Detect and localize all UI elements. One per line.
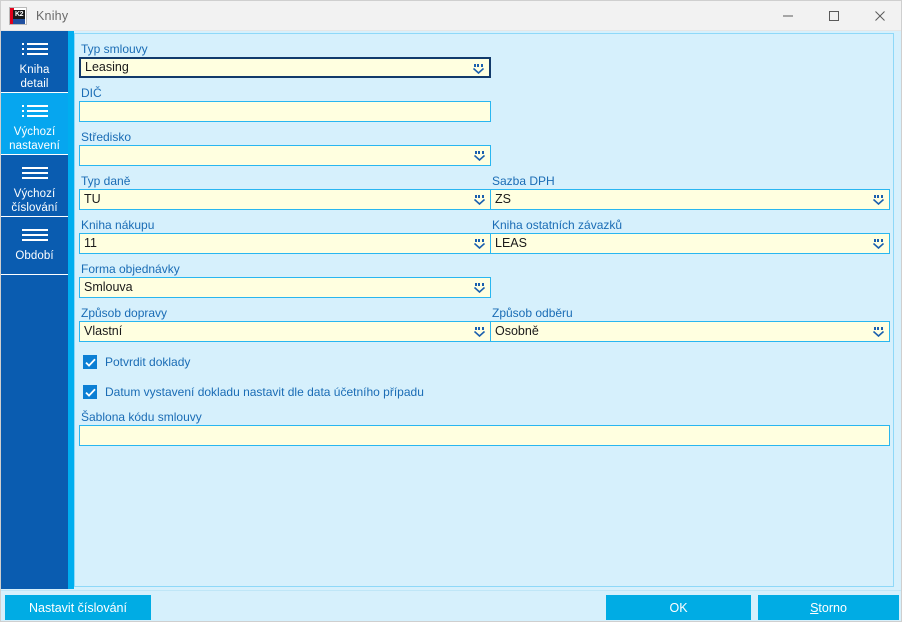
settings-panel: Typ smlouvy Leasing DIČ Středisko Typ da…: [74, 33, 894, 587]
typ-smlouvy-input[interactable]: Leasing: [79, 57, 491, 78]
field-sazba-dph: Sazba DPH ZS: [490, 174, 890, 210]
field-dic: DIČ: [79, 86, 491, 122]
kniha-nakupu-input[interactable]: 11: [79, 233, 491, 254]
menu-icon: [21, 226, 48, 244]
zpusob-dopravy-input[interactable]: Vlastní: [79, 321, 491, 342]
sablona-kodu-smlouvy-input[interactable]: [79, 425, 890, 446]
nastavit-cislovani-button[interactable]: Nastavit číslování: [5, 595, 151, 620]
list-icon: [21, 40, 48, 58]
checkmark-icon: [83, 385, 97, 399]
field-kniha-ostatnich-zavazku: Kniha ostatních závazků LEAS: [490, 218, 890, 254]
knihy-dialog-window: K2 Knihy Kniha detail Výchozí nastavení …: [0, 0, 902, 622]
list-icon: [21, 102, 48, 120]
minimize-icon[interactable]: [765, 1, 811, 31]
field-label: Kniha nákupu: [81, 218, 155, 232]
dropdown-icon[interactable]: [471, 192, 487, 208]
field-typ-dane: Typ daně TU: [79, 174, 491, 210]
checkbox-potvrdit-doklady[interactable]: Potvrdit doklady: [83, 355, 190, 369]
field-label: Středisko: [81, 130, 132, 144]
footer-bar: Nastavit číslování OK Storno: [1, 590, 901, 621]
kniha-ostatnich-zavazku-input[interactable]: LEAS: [490, 233, 890, 254]
dropdown-icon[interactable]: [470, 61, 486, 77]
field-value: TU: [84, 192, 101, 206]
field-label: Šablona kódu smlouvy: [81, 410, 202, 424]
k2-logo-icon: K2: [9, 6, 27, 25]
sidebar-item-vychozi-cislovani[interactable]: Výchozí číslování: [1, 155, 68, 217]
field-forma-objednavky: Forma objednávky Smlouva: [79, 262, 491, 298]
stredisko-input[interactable]: [79, 145, 491, 166]
field-label: Typ daně: [81, 174, 131, 188]
field-label: DIČ: [81, 86, 102, 100]
sidebar-item-label: Výchozí číslování: [11, 188, 58, 214]
field-kniha-nakupu: Kniha nákupu 11: [79, 218, 491, 254]
forma-objednavky-input[interactable]: Smlouva: [79, 277, 491, 298]
sidebar-items: Kniha detail Výchozí nastavení Výchozí č…: [1, 31, 68, 275]
field-label: Kniha ostatních závazků: [492, 218, 623, 232]
field-label: Typ smlouvy: [81, 42, 148, 56]
sidebar-item-label: Období: [15, 250, 54, 262]
field-stredisko: Středisko: [79, 130, 491, 166]
field-value: Smlouva: [84, 280, 133, 294]
dropdown-icon[interactable]: [870, 192, 886, 208]
sidebar-item-vychozi-nastaveni[interactable]: Výchozí nastavení: [1, 93, 68, 155]
ok-button[interactable]: OK: [606, 595, 751, 620]
dropdown-icon[interactable]: [870, 324, 886, 340]
field-zpusob-dopravy: Způsob dopravy Vlastní: [79, 306, 491, 342]
cancel-button[interactable]: Storno: [758, 595, 899, 620]
sidebar-item-label: Výchozí nastavení: [9, 126, 60, 152]
sidebar-item-kniha-detail[interactable]: Kniha detail: [1, 31, 68, 93]
dropdown-icon[interactable]: [471, 280, 487, 296]
dropdown-icon[interactable]: [471, 324, 487, 340]
typ-dane-input[interactable]: TU: [79, 189, 491, 210]
dropdown-icon[interactable]: [471, 148, 487, 164]
cancel-button-accel: S: [810, 600, 819, 615]
maximize-icon[interactable]: [811, 1, 857, 31]
dropdown-icon[interactable]: [471, 236, 487, 252]
field-label: Způsob odběru: [492, 306, 573, 320]
field-value: Osobně: [495, 324, 539, 338]
checkbox-datum-vystaveni[interactable]: Datum vystavení dokladu nastavit dle dat…: [83, 385, 424, 399]
field-value: Vlastní: [84, 324, 123, 338]
sidebar-item-obdobi[interactable]: Období: [1, 217, 68, 275]
field-value: 11: [84, 236, 97, 250]
field-zpusob-odberu: Způsob odběru Osobně: [490, 306, 890, 342]
field-typ-smlouvy: Typ smlouvy Leasing: [79, 42, 491, 78]
field-sablona-kodu-smlouvy: Šablona kódu smlouvy: [79, 410, 890, 446]
field-label: Forma objednávky: [81, 262, 180, 276]
window-controls: [765, 1, 901, 31]
field-value: Leasing: [85, 60, 129, 74]
checkbox-label: Potvrdit doklady: [105, 355, 191, 369]
title-bar: K2 Knihy: [1, 1, 901, 31]
close-icon[interactable]: [857, 1, 901, 31]
dic-input[interactable]: [79, 101, 491, 122]
checkbox-label: Datum vystavení dokladu nastavit dle dat…: [105, 385, 424, 399]
checkmark-icon: [83, 355, 97, 369]
menu-icon: [21, 164, 48, 182]
field-label: Způsob dopravy: [81, 306, 168, 320]
field-value: LEAS: [495, 236, 527, 250]
sazba-dph-input[interactable]: ZS: [490, 189, 890, 210]
window-title: Knihy: [36, 8, 69, 23]
sidebar-item-label: Kniha detail: [19, 64, 50, 90]
field-value: ZS: [495, 192, 511, 206]
zpusob-odberu-input[interactable]: Osobně: [490, 321, 890, 342]
cancel-button-rest: torno: [818, 600, 847, 615]
dropdown-icon[interactable]: [870, 236, 886, 252]
field-label: Sazba DPH: [492, 174, 555, 188]
